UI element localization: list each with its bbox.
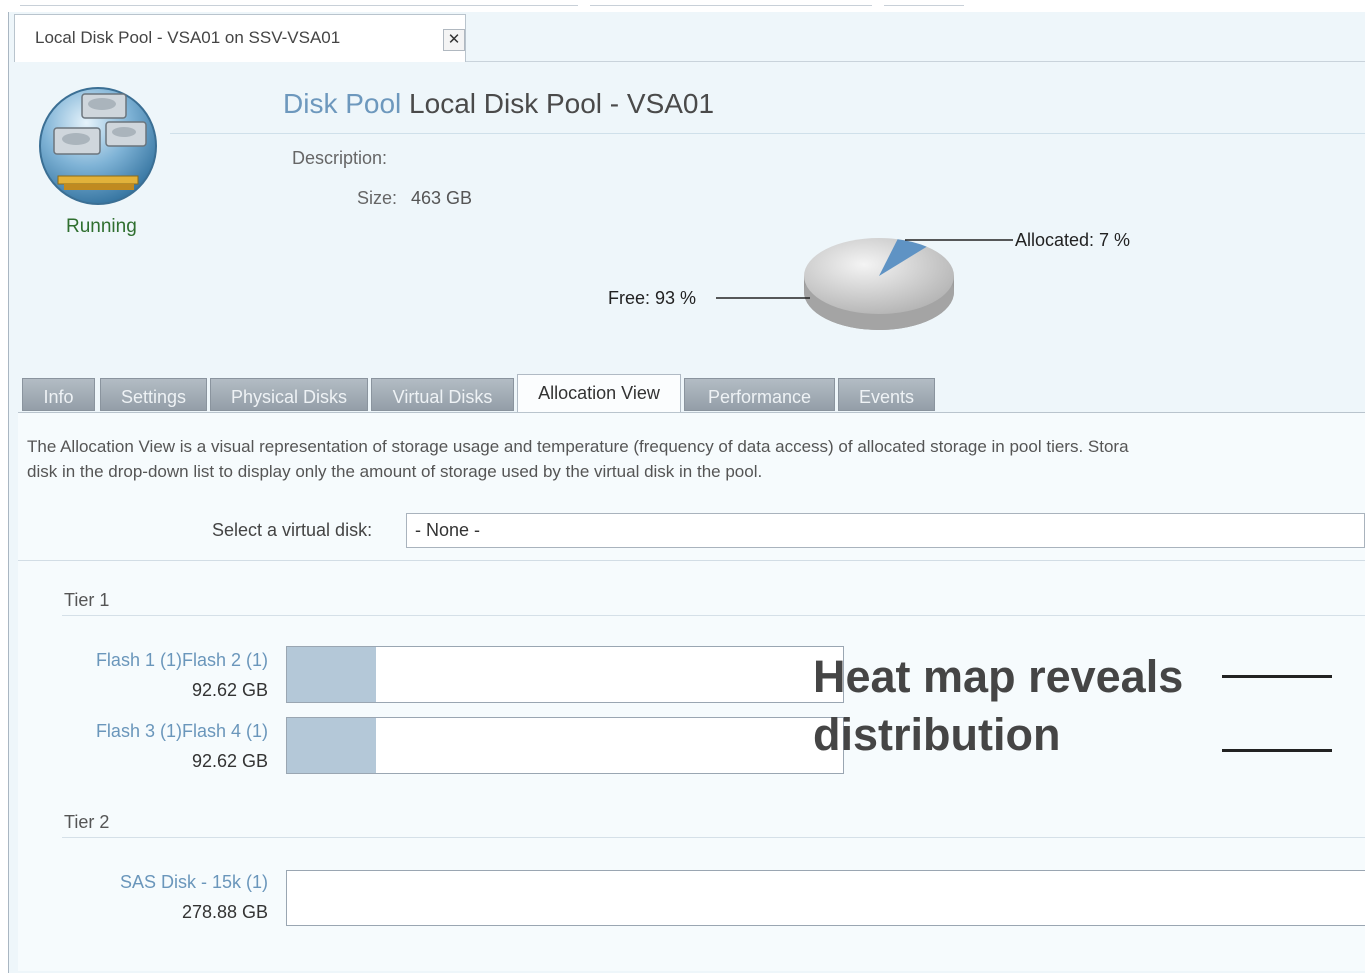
virtual-disk-select-label: Select a virtual disk: [212,520,373,540]
allocation-view-description: The Allocation View is a visual represen… [27,434,1362,484]
annotation-pointer-line [1222,749,1332,752]
tier-1-label: Tier 1 [64,590,110,610]
tab-events[interactable]: Events [838,378,935,411]
tab-virtual-disks[interactable]: Virtual Disks [371,378,514,411]
tier-2-label: Tier 2 [64,812,110,832]
annotation-callout: Heat map reveals distribution [813,648,1183,764]
heat-map-fill [287,718,376,773]
annotation-pointer-line [1222,675,1332,678]
heat-map-bar [286,717,844,774]
tab-allocation-view[interactable]: Allocation View [517,374,681,412]
section-divider [18,560,1365,561]
tab-info[interactable]: Info [22,378,95,411]
tier-1-divider [62,615,1365,616]
disk-size: 92.62 GB [191,680,268,700]
tier-2-divider [62,837,1365,838]
disk-size: 92.62 GB [191,751,268,771]
heat-map-bar [286,646,844,703]
heat-map-fill [287,647,376,702]
tab-physical-disks[interactable]: Physical Disks [210,378,368,411]
annotation-line-1: Heat map reveals [813,651,1184,702]
disk-name-link[interactable]: SAS Disk - 15k (1) [20,872,268,893]
disk-size: 278.88 GB [181,902,268,922]
description-line-2: disk in the drop-down list to display on… [27,462,763,481]
tab-performance[interactable]: Performance [684,378,835,411]
free-label: Free: 93 % [608,288,697,308]
heat-map-bar [286,870,1365,926]
disk-name-link[interactable]: Flash 3 (1)Flash 4 (1) [20,721,268,742]
tab-settings[interactable]: Settings [100,378,207,411]
disk-name-link[interactable]: Flash 1 (1)Flash 2 (1) [20,650,268,671]
description-line-1: The Allocation View is a visual represen… [27,437,1129,456]
annotation-line-2: distribution [813,709,1061,760]
virtual-disk-select[interactable]: - None - [406,513,1365,548]
allocated-label: Allocated: 7 % [1015,230,1131,250]
